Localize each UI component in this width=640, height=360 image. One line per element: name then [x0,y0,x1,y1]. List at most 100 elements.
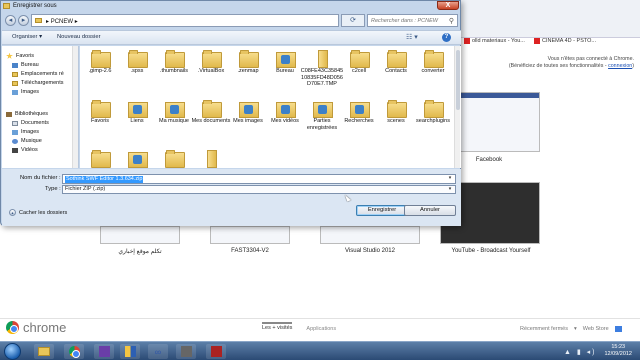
tab-applications[interactable]: Applications [306,326,336,332]
folder-icon [313,50,331,68]
nav-label: Documents [21,120,49,126]
taskbar-app-button[interactable] [206,344,226,359]
help-button[interactable]: ? [442,33,451,42]
folder-icon [276,50,296,68]
taskbar-app-button[interactable] [176,344,196,359]
chrome-logo: chrome [6,320,66,335]
arrow-left-icon: ◂ [8,17,13,24]
taskbar: ∞ ▲ ▮ ◂) 15:23 12/09/2012 [0,341,640,360]
recently-closed-link[interactable]: Récemment fermés [520,326,568,332]
nav-item-videos[interactable]: Vidéos [12,146,38,154]
file-name: searchplugins [416,118,450,124]
folder-icon [350,100,370,118]
signin-text: Vous n'êtes pas connecté à Chrome. [547,56,634,62]
nav-item-lib-images[interactable]: Images [12,128,39,136]
star-icon [6,52,13,59]
nav-label: Musique [21,138,42,144]
views-button[interactable]: ☷ ▾ [406,33,418,41]
folder-icon [239,50,259,68]
file-item[interactable]: searchplugins [411,100,455,125]
hide-folders-toggle[interactable]: ▴ Cacher les dossiers [9,209,67,216]
back-button[interactable]: ◂ [5,15,16,26]
thumbnail-label: تكلم موقع إخباري [118,249,162,255]
file-item[interactable]: converter [411,50,455,75]
folder-icon [202,100,222,118]
file-name: converter [421,68,445,74]
nav-libraries[interactable]: Bibliothèques [6,110,48,118]
command-bar: Organiser ▾ Nouveau dossier ☷ ▾ ? [2,30,461,45]
close-button[interactable]: X [437,1,459,10]
web-store-icon [614,326,622,332]
thumbnail-news[interactable] [100,226,180,244]
filename-field[interactable]: Sothink SWF Editor 1.3.634.zip ▾ [62,174,456,184]
folder-icon [91,50,111,68]
nav-label: Images [21,129,40,135]
clock-date: 12/09/2012 [604,351,632,357]
dialog-title: Enregistrer sous [13,3,57,9]
chrome-icon [6,321,19,334]
web-store-link[interactable]: Web Store [583,326,609,332]
search-input[interactable] [371,17,447,25]
bookmark-cinema4d[interactable]: CINEMA 4D - PSTO... [534,36,596,46]
file-item[interactable] [189,150,233,168]
breadcrumb[interactable]: ▸ PCNEW ▸ [46,18,78,25]
clock[interactable]: 15:23 12/09/2012 [604,344,632,358]
ntp-tabs: Les + visités Applications [262,322,336,332]
folder-icon [128,150,148,168]
folder-icon [424,50,444,68]
save-button[interactable]: Enregistrer [356,205,408,216]
thumbnail-label: Facebook [475,157,503,163]
taskbar-vs-button[interactable] [94,344,114,359]
chevron-down-icon: ▾ [574,326,577,332]
refresh-button[interactable]: ⟳ [341,14,365,27]
file-type-select[interactable]: Fichier ZIP (.zip) ▾ [62,185,456,194]
breadcrumb-item: PCNEW [50,19,74,25]
organize-button[interactable]: Organiser ▾ [12,34,42,40]
bookmark-olld[interactable]: olld materiaux - You... [464,36,525,46]
signin-link[interactable]: connexion [608,63,632,69]
folder-icon [91,100,111,118]
chevron-down-icon[interactable]: ▾ [446,175,454,182]
folder-icon [424,100,444,118]
tray-icons[interactable]: ▲ ▮ ◂) [564,348,597,356]
hide-folders-label: Cacher les dossiers [19,209,68,216]
scrollbar-thumb[interactable] [456,50,460,110]
folder-icon [202,50,222,68]
file-list: .gimp-2.6 .spss .thumbnails .VirtualBox .zen… [80,46,461,168]
new-folder-button[interactable]: Nouveau dossier [57,34,101,40]
thumbnail-fast3304[interactable] [210,226,290,244]
music-icon [12,138,18,144]
folder-icon [165,150,185,168]
bookmark-label: olld materiaux - You... [472,38,525,44]
search-icon: ⚲ [448,18,454,25]
nav-item-recent-places[interactable]: Emplacements ré [12,70,64,78]
desktop-icon [12,62,18,68]
libraries-icon [6,111,12,117]
folder-icon [276,100,296,118]
app-icon [180,346,192,357]
forward-button[interactable]: ▸ [18,15,29,26]
tab-most-visited[interactable]: Les + visités [262,322,293,332]
nav-label: Emplacements ré [21,71,64,77]
cancel-button[interactable]: Annuler [404,205,456,216]
thumbnail-label: FAST3304-V2 [231,248,269,254]
taskbar-app-button[interactable] [120,344,140,359]
nav-item-downloads[interactable]: Téléchargements [12,79,64,87]
thumbnail-label: YouTube - Broadcast Yourself [451,248,531,254]
nav-item-desktop[interactable]: Bureau [12,61,39,69]
address-bar[interactable]: ▸ PCNEW ▸ [31,14,339,27]
nav-item-music[interactable]: Musique [12,137,42,145]
nav-item-documents[interactable]: Documents [12,119,49,127]
youtube-icon [534,38,540,44]
nav-label: Images [21,89,40,95]
nav-item-images[interactable]: Images [12,88,39,96]
taskbar-chrome-button[interactable] [64,344,84,359]
dialog-titlebar[interactable]: Enregistrer sous X [1,1,462,12]
nav-favorites[interactable]: Favoris [6,52,34,60]
taskbar-explorer-button[interactable] [34,344,54,359]
start-button[interactable] [4,343,21,360]
thumbnail-facebook[interactable] [458,92,540,152]
taskbar-app-button[interactable]: ∞ [148,344,168,359]
thumbnail-visual-studio[interactable] [320,226,420,244]
images-icon [12,89,18,95]
